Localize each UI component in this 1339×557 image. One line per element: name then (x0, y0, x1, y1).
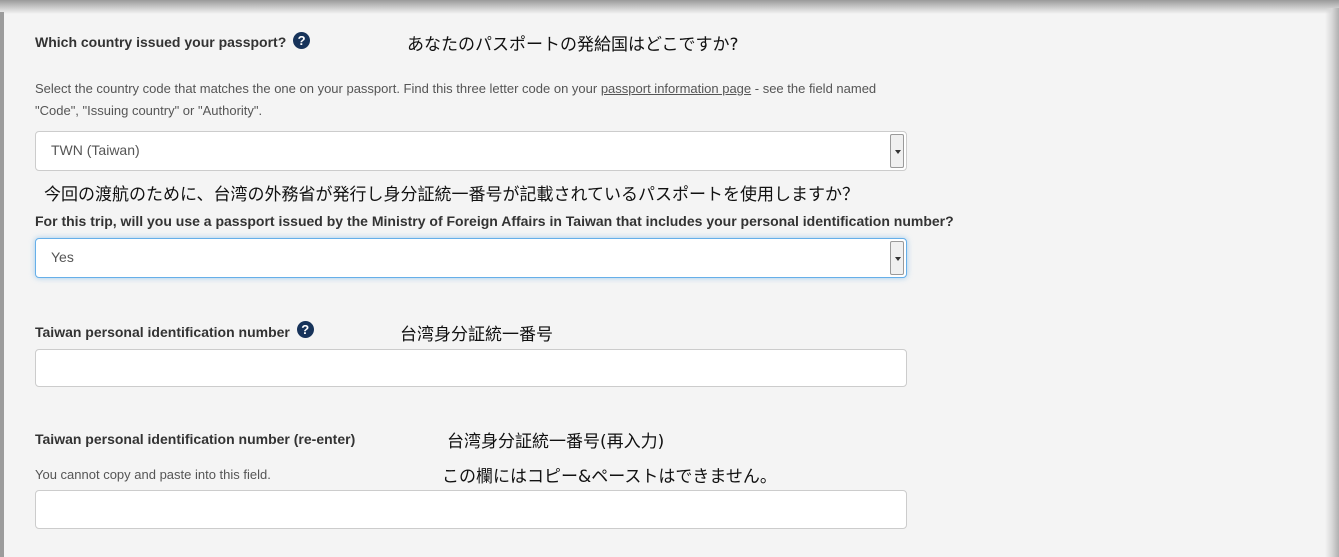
taiwan-passport-select[interactable]: Yes (35, 238, 907, 278)
taiwan-id-label-text: Taiwan personal identification number (35, 324, 290, 340)
question-circle-icon[interactable]: ? (296, 321, 314, 338)
hint-text-after: - see the field named (751, 81, 877, 96)
taiwan-id-label-jp: 台湾身分証統一番号 (400, 325, 553, 345)
taiwan-id-reenter-input[interactable] (35, 490, 907, 529)
right-edge-shadow (1325, 8, 1339, 557)
passport-country-dropdown-button[interactable] (890, 134, 904, 168)
taiwan-id-reenter-label: Taiwan personal identification number (r… (35, 431, 356, 447)
taiwan-id-reenter-label-jp: 台湾身分証統一番号(再入力) (447, 432, 665, 452)
passport-country-select-value: TWN (Taiwan) (51, 142, 140, 158)
passport-country-select[interactable]: TWN (Taiwan) (35, 131, 907, 171)
taiwan-passport-question-jp: 今回の渡航のために、台湾の外務省が発行し身分証統一番号が記載されているパスポート… (44, 185, 859, 205)
taiwan-passport-question-label: For this trip, will you use a passport i… (35, 213, 954, 229)
passport-country-label-text: Which country issued your passport? (35, 34, 287, 50)
taiwan-id-label: Taiwan personal identification number ? (35, 321, 314, 340)
left-edge-border (0, 12, 4, 557)
taiwan-passport-dropdown-button[interactable] (890, 241, 904, 275)
taiwan-id-reenter-hint: You cannot copy and paste into this fiel… (35, 467, 271, 482)
taiwan-passport-select-value: Yes (51, 249, 74, 265)
question-circle-icon[interactable]: ? (293, 32, 311, 49)
chevron-down-icon (895, 257, 901, 261)
taiwan-id-input[interactable] (35, 349, 907, 387)
passport-country-hint: Select the country code that matches the… (35, 79, 876, 98)
hint-text-before: Select the country code that matches the… (35, 81, 601, 96)
passport-information-page-link[interactable]: passport information page (601, 81, 751, 96)
chevron-down-icon (895, 150, 901, 154)
taiwan-id-reenter-hint-jp: この欄にはコピー&ペーストはできません。 (442, 467, 777, 487)
passport-country-label: Which country issued your passport? ? (35, 32, 311, 50)
passport-country-label-jp: あなたのパスポートの発給国はどこですか? (407, 35, 739, 55)
passport-country-hint-line2: "Code", "Issuing country" or "Authority"… (35, 103, 263, 118)
top-edge-shadow (0, 0, 1339, 14)
